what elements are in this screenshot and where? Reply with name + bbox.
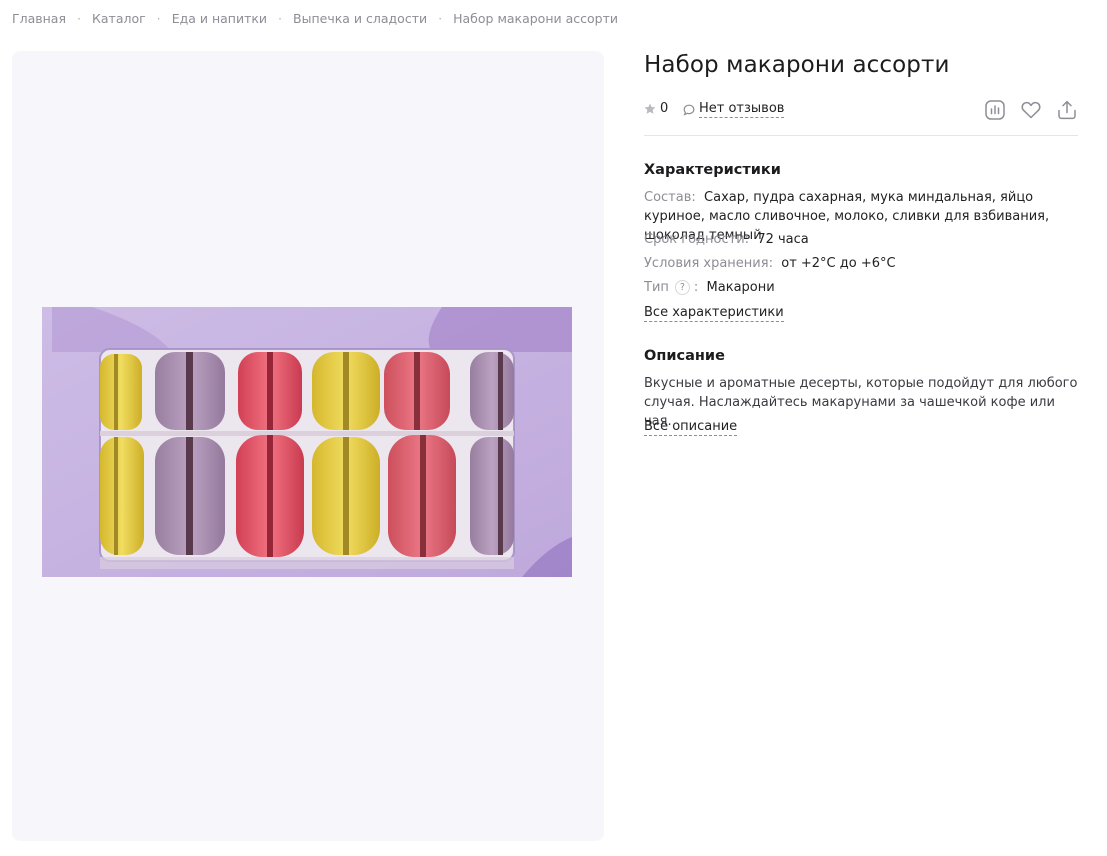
all-characteristics-label[interactable]: Все характеристики [644,305,784,322]
reviews-link[interactable]: Нет отзывов [683,101,785,118]
breadcrumb-separator: · [77,11,81,26]
compare-chart-icon [985,100,1005,120]
spec-type-label: Тип [644,280,669,295]
all-description-link[interactable]: Все описание [644,419,738,436]
spec-shelf-life-label: Срок годности [644,232,745,247]
breadcrumb-bakery-sweets[interactable]: Выпечка и сладости [293,11,427,26]
product-actions [970,99,1078,121]
breadcrumb-separator: · [438,11,443,26]
characteristics-title: Характеристики [644,162,781,178]
all-characteristics-link[interactable]: Все характеристики [644,305,784,322]
spec-storage-value: от +2°C до +6°C [781,256,896,271]
breadcrumb-home[interactable]: Главная [12,11,66,26]
spec-composition-label: Состав [644,190,692,205]
spec-storage-label: Условия хранения [644,256,769,271]
spec-storage: Условия хранения: от +2°C до +6°C [644,256,896,271]
spec-shelf-life-value: 72 часа [757,232,809,247]
breadcrumb-separator: · [278,11,282,26]
compare-button[interactable] [984,99,1006,121]
product-gallery[interactable] [12,51,604,841]
share-icon [1058,100,1076,120]
favorite-button[interactable] [1020,99,1042,121]
product-title: Набор макарони ассорти [644,52,950,78]
breadcrumb-catalog[interactable]: Каталог [92,11,146,26]
rating: 0 [644,101,668,116]
spec-shelf-life: Срок годности: 72 часа [644,232,809,247]
breadcrumb-food-drinks[interactable]: Еда и напитки [172,11,267,26]
breadcrumb-separator: · [156,11,161,26]
star-icon [644,103,656,114]
help-icon[interactable]: ? [674,280,690,295]
breadcrumb-current[interactable]: Набор макарони ассорти [453,11,618,26]
breadcrumb: Главная · Каталог · Еда и напитки · Выпе… [12,11,618,26]
chat-bubble-icon [683,104,695,116]
description-title: Описание [644,348,725,364]
spec-type: Тип?: Макарони [644,280,775,295]
all-description-label[interactable]: Все описание [644,419,738,436]
rating-value: 0 [660,101,669,116]
heart-icon [1021,101,1041,119]
share-button[interactable] [1056,99,1078,121]
divider [644,135,1078,136]
rating-row: 0 Нет отзывов [644,99,1078,121]
product-image[interactable] [42,307,572,577]
reviews-label[interactable]: Нет отзывов [699,101,785,118]
spec-type-value: Макарони [706,280,775,295]
